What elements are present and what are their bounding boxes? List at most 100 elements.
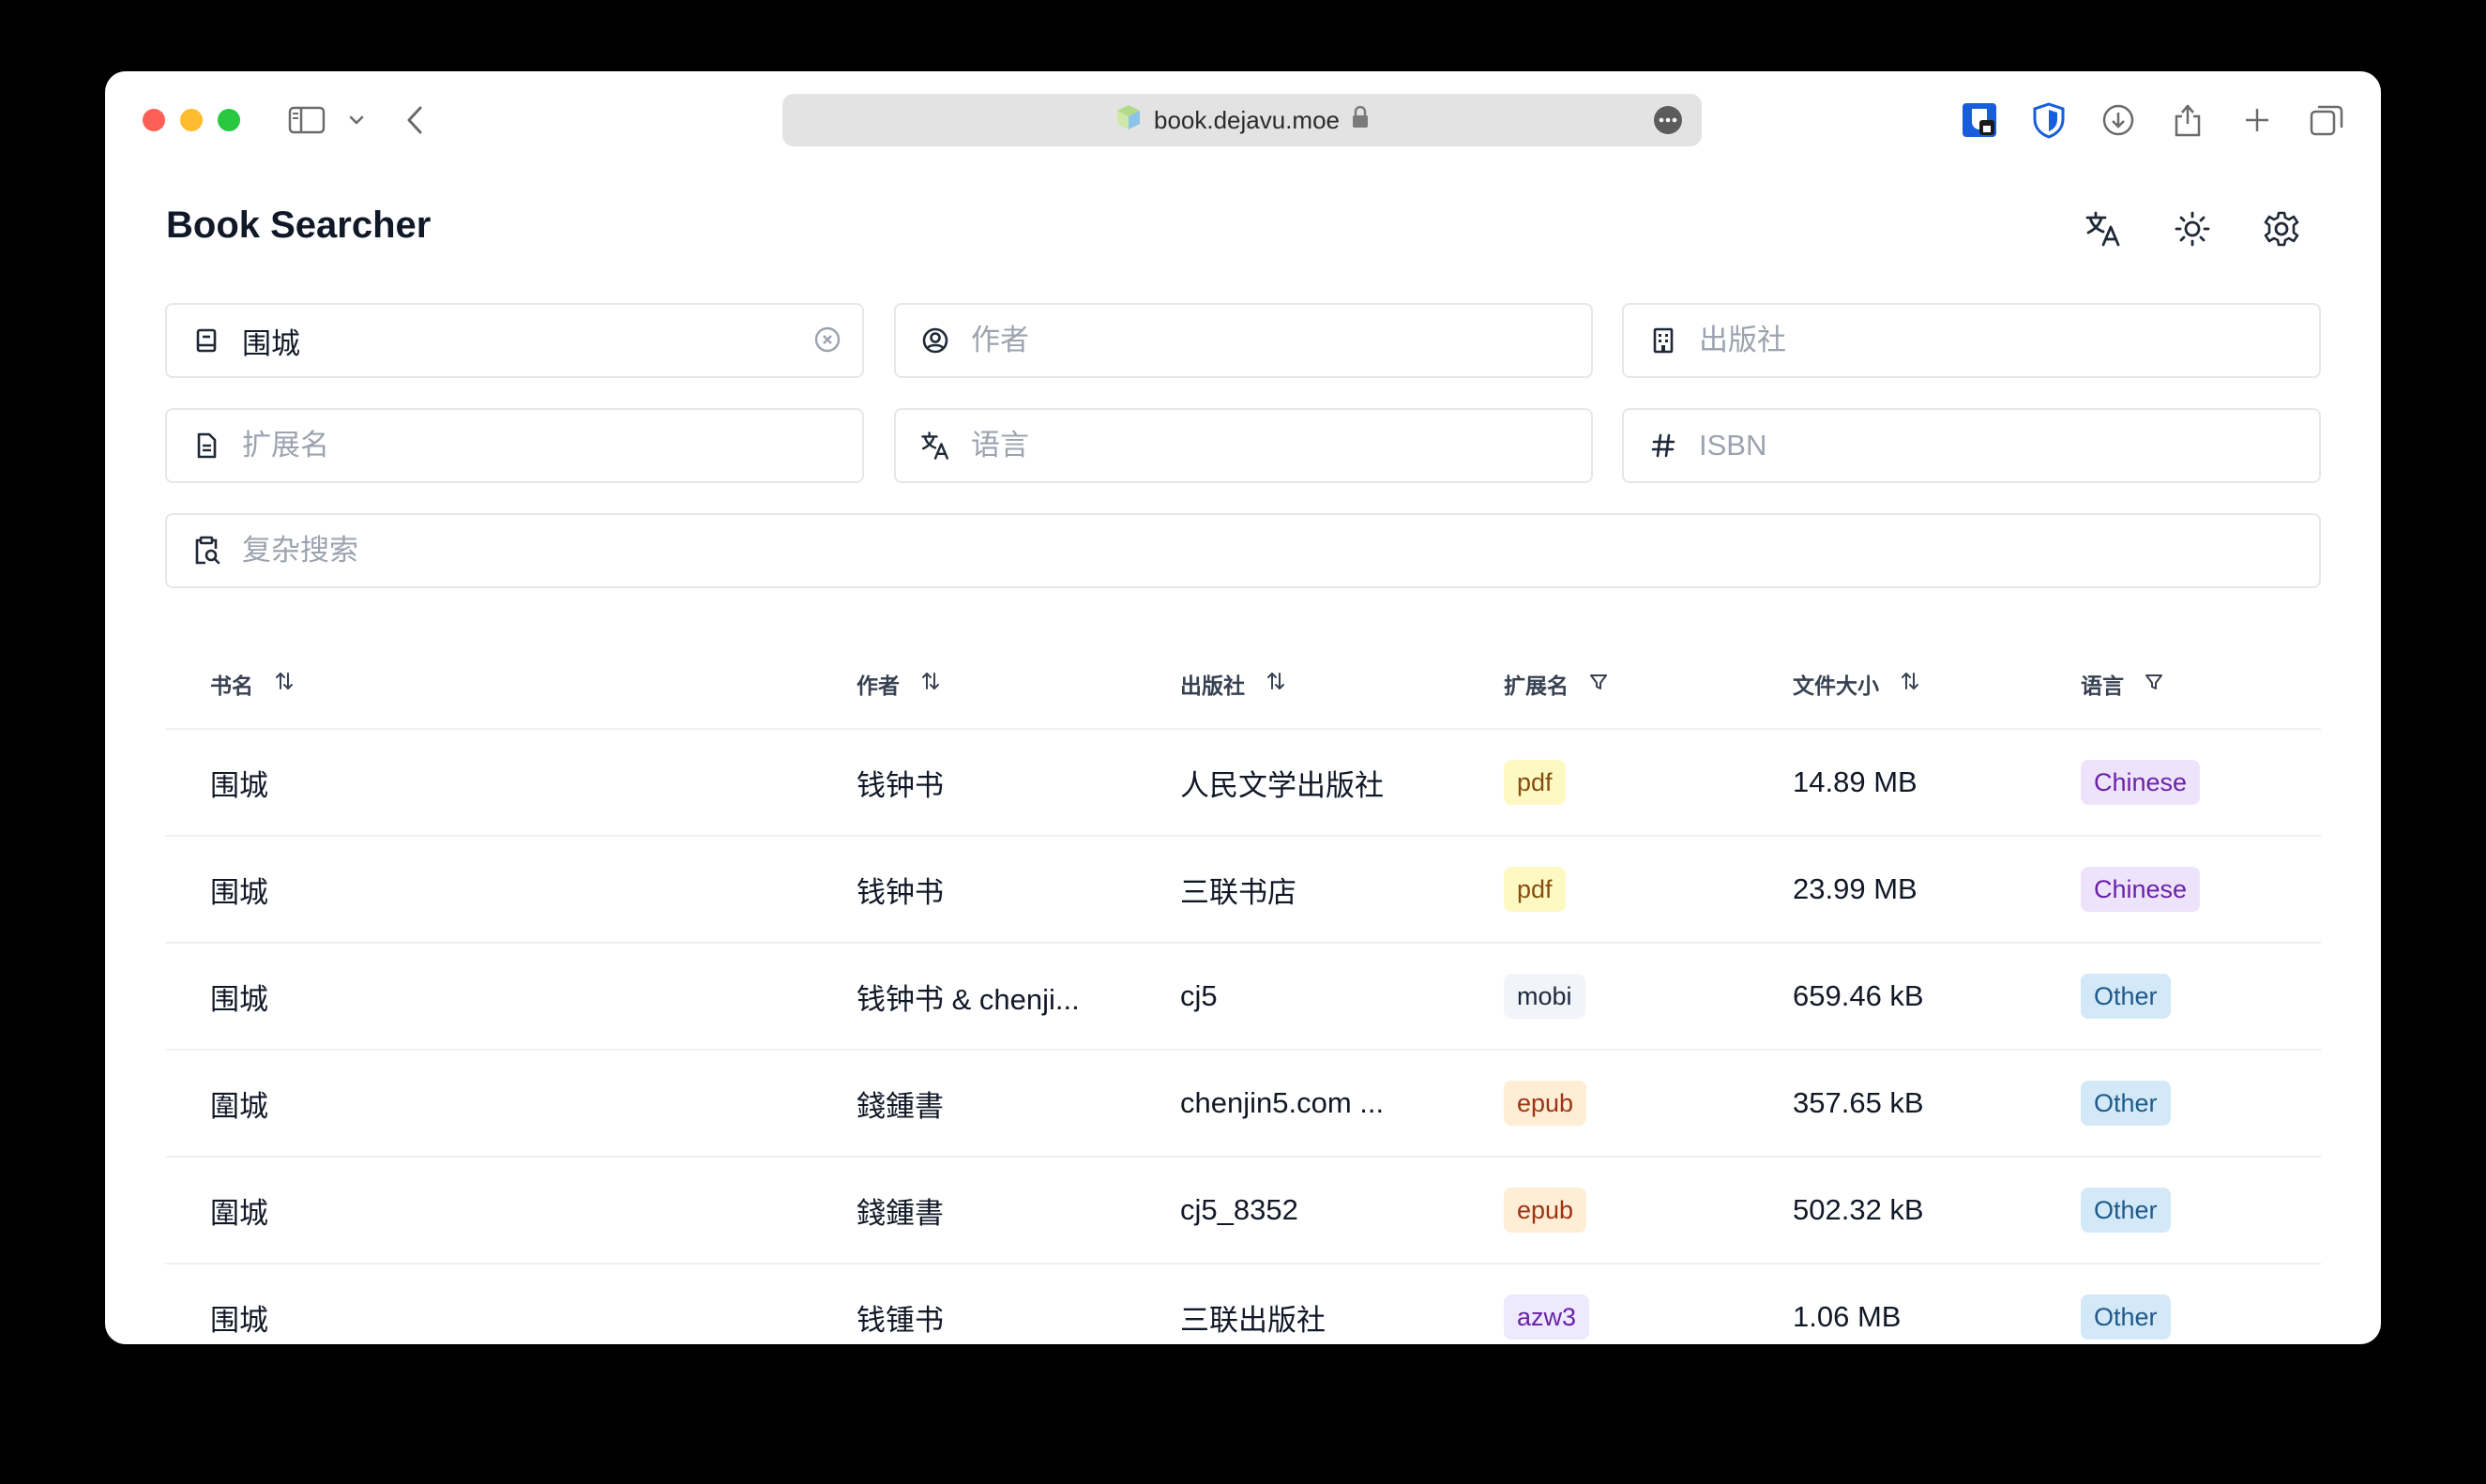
- column-header-title[interactable]: 书名: [210, 638, 295, 730]
- column-header-label: 作者: [856, 674, 900, 698]
- isbn-search-input[interactable]: [1699, 429, 2255, 462]
- new-tab-plus-icon[interactable]: [2236, 99, 2278, 141]
- zoom-window-button[interactable]: [218, 109, 240, 131]
- cell-publisher: 三联书店: [1180, 875, 1296, 909]
- download-icon[interactable]: [2098, 99, 2139, 141]
- tab-overview-icon[interactable]: [2306, 99, 2347, 141]
- title-search-field[interactable]: [165, 303, 864, 378]
- theme-toggle-button[interactable]: [2170, 208, 2215, 253]
- cell-author: 钱钟书 & chenji...: [856, 982, 1080, 1016]
- app-title: Book Searcher: [166, 204, 432, 246]
- cell-author: 钱钟书: [856, 768, 944, 802]
- sort-icon[interactable]: [274, 671, 295, 697]
- sort-icon[interactable]: [1900, 671, 1920, 697]
- column-header-filesize[interactable]: 文件大小: [1793, 638, 1920, 730]
- extension-search-input[interactable]: [242, 429, 798, 462]
- cell-publisher: 三联出版社: [1180, 1303, 1326, 1337]
- table-row[interactable]: 围城 钱钟书 人民文学出版社 pdf 14.89 MB Chinese: [165, 730, 2321, 837]
- extension-badge: mobi: [1504, 974, 1585, 1019]
- filter-icon[interactable]: [2145, 672, 2163, 697]
- author-search-field[interactable]: [894, 303, 1593, 378]
- table-row[interactable]: 围城 钱钟书 & chenji... cj5 mobi 659.46 kB Ot…: [165, 944, 2321, 1051]
- language-search-field[interactable]: [894, 408, 1593, 483]
- lock-icon: [1351, 105, 1370, 135]
- sort-icon[interactable]: [1266, 671, 1286, 697]
- close-window-button[interactable]: [143, 109, 165, 131]
- browser-window: book.dejavu.moe Book Searcher 围城 作者 出版社 …: [105, 71, 2381, 1344]
- translate-icon: [2084, 210, 2122, 252]
- cell-publisher: chenjin5.com ...: [1180, 1086, 1385, 1119]
- cell-title: 围城: [210, 768, 268, 802]
- page-menu-icon[interactable]: [1653, 105, 1683, 142]
- column-header-label: 文件大小: [1793, 674, 1879, 698]
- cell-author: 钱锺书: [856, 1303, 944, 1337]
- cell-title: 围城: [210, 982, 268, 1016]
- cell-filesize: 14.89 MB: [1793, 765, 1918, 798]
- table-row[interactable]: 圍城 錢鍾書 cj5_8352 epub 502.32 kB Other: [165, 1158, 2321, 1264]
- cell-filesize: 1.06 MB: [1793, 1300, 1902, 1333]
- building-icon: [1645, 326, 1682, 355]
- publisher-search-field[interactable]: [1622, 303, 2321, 378]
- user-circle-icon: [917, 326, 954, 355]
- cell-title: 围城: [210, 1303, 268, 1337]
- cell-author: 錢鍾書: [856, 1196, 944, 1230]
- extension-badge: azw3: [1504, 1295, 1590, 1340]
- extension-badge: epub: [1504, 1188, 1587, 1233]
- book-icon: [188, 327, 225, 354]
- complex-search-input[interactable]: [242, 534, 1964, 568]
- title-search-input[interactable]: [242, 324, 798, 357]
- sun-icon: [2174, 210, 2211, 252]
- table-header: 书名 作者 出版社 扩展名 文件大小 语言: [165, 638, 2321, 730]
- publisher-search-input[interactable]: [1699, 324, 2255, 357]
- column-header-label: 扩展名: [1504, 674, 1569, 698]
- chevron-down-icon[interactable]: [345, 99, 368, 141]
- shield-extension-icon[interactable]: [2028, 99, 2069, 141]
- address-url: book.dejavu.moe: [1153, 105, 1341, 134]
- site-favicon-icon: [1114, 103, 1143, 138]
- language-badge: Other: [2081, 1295, 2171, 1340]
- cell-filesize: 502.32 kB: [1793, 1193, 1924, 1226]
- language-badge: Other: [2081, 1081, 2171, 1126]
- share-icon[interactable]: [2167, 99, 2208, 141]
- cell-filesize: 357.65 kB: [1793, 1086, 1924, 1119]
- column-header-language[interactable]: 语言: [2081, 638, 2163, 730]
- extension-badge: pdf: [1504, 760, 1566, 805]
- column-header-extension[interactable]: 扩展名: [1504, 638, 1608, 730]
- sidebar-toggle-icon[interactable]: [286, 99, 327, 141]
- results-table: 书名 作者 出版社 扩展名 文件大小 语言 围城 钱钟书 人民文学出版社 pdf…: [165, 638, 2321, 1344]
- language-badge: Chinese: [2081, 867, 2201, 912]
- file-icon: [188, 432, 225, 460]
- language-badge: Chinese: [2081, 760, 2201, 805]
- gear-icon: [2263, 210, 2300, 252]
- column-header-publisher[interactable]: 出版社: [1180, 638, 1286, 730]
- back-arrow-icon[interactable]: [398, 99, 432, 141]
- minimize-window-button[interactable]: [180, 109, 203, 131]
- filter-icon[interactable]: [1589, 672, 1608, 697]
- clear-search-icon[interactable]: [813, 326, 841, 358]
- cell-publisher: cj5: [1180, 979, 1218, 1012]
- cell-filesize: 659.46 kB: [1793, 979, 1924, 1012]
- complex-search-field[interactable]: [165, 513, 2321, 588]
- language-badge: Other: [2081, 1188, 2171, 1233]
- settings-button[interactable]: [2259, 208, 2304, 253]
- column-header-label: 出版社: [1180, 674, 1245, 698]
- bitwarden-extension-icon[interactable]: [1959, 99, 2000, 141]
- column-header-label: 书名: [210, 674, 253, 698]
- cell-filesize: 23.99 MB: [1793, 872, 1918, 905]
- table-row[interactable]: 围城 钱锺书 三联出版社 azw3 1.06 MB Other: [165, 1264, 2321, 1344]
- translate-button[interactable]: [2081, 208, 2126, 253]
- table-row[interactable]: 围城 钱钟书 三联书店 pdf 23.99 MB Chinese: [165, 837, 2321, 944]
- language-search-input[interactable]: [971, 429, 1527, 462]
- cell-title: 围城: [210, 875, 268, 909]
- table-row[interactable]: 圍城 錢鍾書 chenjin5.com ... epub 357.65 kB O…: [165, 1051, 2321, 1158]
- sort-icon[interactable]: [920, 671, 941, 697]
- cell-publisher: 人民文学出版社: [1180, 768, 1384, 802]
- address-bar[interactable]: book.dejavu.moe: [782, 94, 1702, 146]
- cell-title: 圍城: [210, 1089, 268, 1123]
- browser-toolbar: book.dejavu.moe: [105, 71, 2381, 167]
- column-header-author[interactable]: 作者: [856, 638, 941, 730]
- isbn-search-field[interactable]: [1622, 408, 2321, 483]
- author-search-input[interactable]: [971, 324, 1527, 357]
- extension-search-field[interactable]: [165, 408, 864, 483]
- cell-author: 錢鍾書: [856, 1089, 944, 1123]
